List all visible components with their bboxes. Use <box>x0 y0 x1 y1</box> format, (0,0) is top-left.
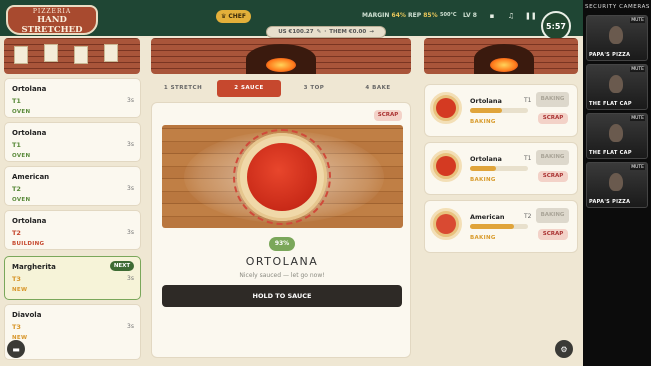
oven-slot: Ortolana T1 BAKING BAKING SCRAP <box>424 84 578 137</box>
orders-list: Ortolana T1 OVEN 3s Ortolana T1 OVEN 3s Amer… <box>4 78 141 366</box>
settings-icon: ⚙ <box>560 344 568 354</box>
baking-button[interactable]: BAKING <box>536 208 569 223</box>
bake-progress-bar <box>470 108 528 113</box>
cameras-title: SECURITY CAMERAS <box>585 4 651 10</box>
pause-icon[interactable]: ❚❚ <box>525 11 537 21</box>
tab-top[interactable]: 3 TOP <box>283 80 345 97</box>
order-card[interactable]: Ortolana T1 OVEN 3s <box>4 78 141 118</box>
workstation: 1 STRETCH 2 SAUCE 3 TOP 4 BAKE SCRAP 93%… <box>151 78 411 358</box>
tab-sauce[interactable]: 2 SAUCE <box>217 80 281 97</box>
order-card-active[interactable]: Margherita T3 NEW 3s NEXT <box>4 256 141 300</box>
pizza-card: SCRAP 93% ORTOLANA Nicely sauced — let g… <box>151 102 411 358</box>
arrow-icon: → <box>369 29 374 35</box>
oven-scene <box>151 38 411 74</box>
brand-line1: PIZZERIA <box>32 8 72 15</box>
round-timer: 5:57 <box>541 11 571 41</box>
chat-icon[interactable]: ▪ <box>487 11 497 21</box>
camera-feed[interactable]: MUTE THE FLAT CAP <box>586 113 648 159</box>
security-cameras-panel: SECURITY CAMERAS MUTE PAPA'S PIZZA MUTE TH… <box>583 0 651 366</box>
scrap-button[interactable]: SCRAP <box>538 113 568 124</box>
pizza-thumbnail <box>430 92 462 124</box>
bake-progress-bar <box>470 224 528 229</box>
cash-display: US €100.27 ✎ · THEM €0.00 → <box>266 26 386 38</box>
baking-button[interactable]: BAKING <box>536 150 569 165</box>
camera-feed[interactable]: MUTE PAPA'S PIZZA <box>586 15 648 61</box>
ovens-panel: Ortolana T1 BAKING BAKING SCRAP Ortolana T… <box>424 78 578 358</box>
chef-hat-icon: ♛ <box>220 13 227 20</box>
step-tabs: 1 STRETCH 2 SAUCE 3 TOP 4 BAKE <box>151 80 411 97</box>
fire-image <box>490 58 518 72</box>
scrap-button[interactable]: SCRAP <box>538 171 568 182</box>
order-ticket-image <box>14 46 28 64</box>
pizza-thumbnail <box>430 150 462 182</box>
sauce-progress-badge: 93% <box>269 237 295 251</box>
chef-label: CHEF <box>228 13 246 20</box>
cash-value: US €100.27 <box>278 29 314 35</box>
margin-stat: MARGIN 64% <box>362 12 406 19</box>
hold-to-sauce-button[interactable]: HOLD TO SAUCE <box>162 285 402 307</box>
order-card[interactable]: Ortolana T2 BUILDING 3s <box>4 210 141 250</box>
fire-image <box>266 58 296 72</box>
order-card[interactable]: Ortolana T1 OVEN 3s <box>4 122 141 162</box>
bake-progress-bar <box>470 166 528 171</box>
pizza-thumbnail <box>430 208 462 240</box>
order-ticket-image <box>74 46 88 64</box>
chat-icon: ▬ <box>12 344 20 354</box>
scrap-button[interactable]: SCRAP <box>374 110 402 121</box>
camera-feed[interactable]: MUTE PAPA'S PIZZA <box>586 162 648 208</box>
pizza-name: ORTOLANA <box>245 255 319 268</box>
them-value: THEM €0.00 <box>329 29 367 35</box>
order-ticket-image <box>44 44 58 62</box>
brand-logo: PIZZERIA HAND STRETCHED simple flour, fi… <box>6 5 98 40</box>
order-ticket-image <box>104 44 118 62</box>
oven-scene-right <box>424 38 578 74</box>
baking-button[interactable]: BAKING <box>536 92 569 107</box>
settings-button[interactable]: ⚙ <box>555 340 573 358</box>
music-icon[interactable]: ♫ <box>506 11 516 21</box>
chat-button[interactable]: ▬ <box>7 340 25 358</box>
scrap-button[interactable]: SCRAP <box>538 229 568 240</box>
temp-stat: 500°C <box>440 12 457 18</box>
oven-slot: American T2 BAKING BAKING SCRAP <box>424 200 578 253</box>
chef-button[interactable]: ♛ CHEF <box>216 10 251 23</box>
camera-feed[interactable]: MUTE THE FLAT CAP <box>586 64 648 110</box>
brand-line2: HAND STRETCHED <box>21 15 83 35</box>
sauce-layer <box>247 143 317 211</box>
oven-slot: Ortolana T1 BAKING BAKING SCRAP <box>424 142 578 195</box>
rep-stat: REP 85% <box>408 12 438 19</box>
tab-stretch[interactable]: 1 STRETCH <box>151 80 215 97</box>
pizza-dough[interactable] <box>233 129 331 225</box>
next-badge: NEXT <box>110 261 134 271</box>
level-stat: LV 8 <box>463 12 477 19</box>
pencil-icon: ✎ <box>316 29 322 35</box>
tab-bake[interactable]: 4 BAKE <box>347 80 409 97</box>
order-board-scene <box>4 38 140 74</box>
order-card[interactable]: American T2 OVEN 3s <box>4 166 141 206</box>
hint-text: Nicely sauced — let go now! <box>239 272 325 279</box>
wood-board <box>162 125 403 228</box>
